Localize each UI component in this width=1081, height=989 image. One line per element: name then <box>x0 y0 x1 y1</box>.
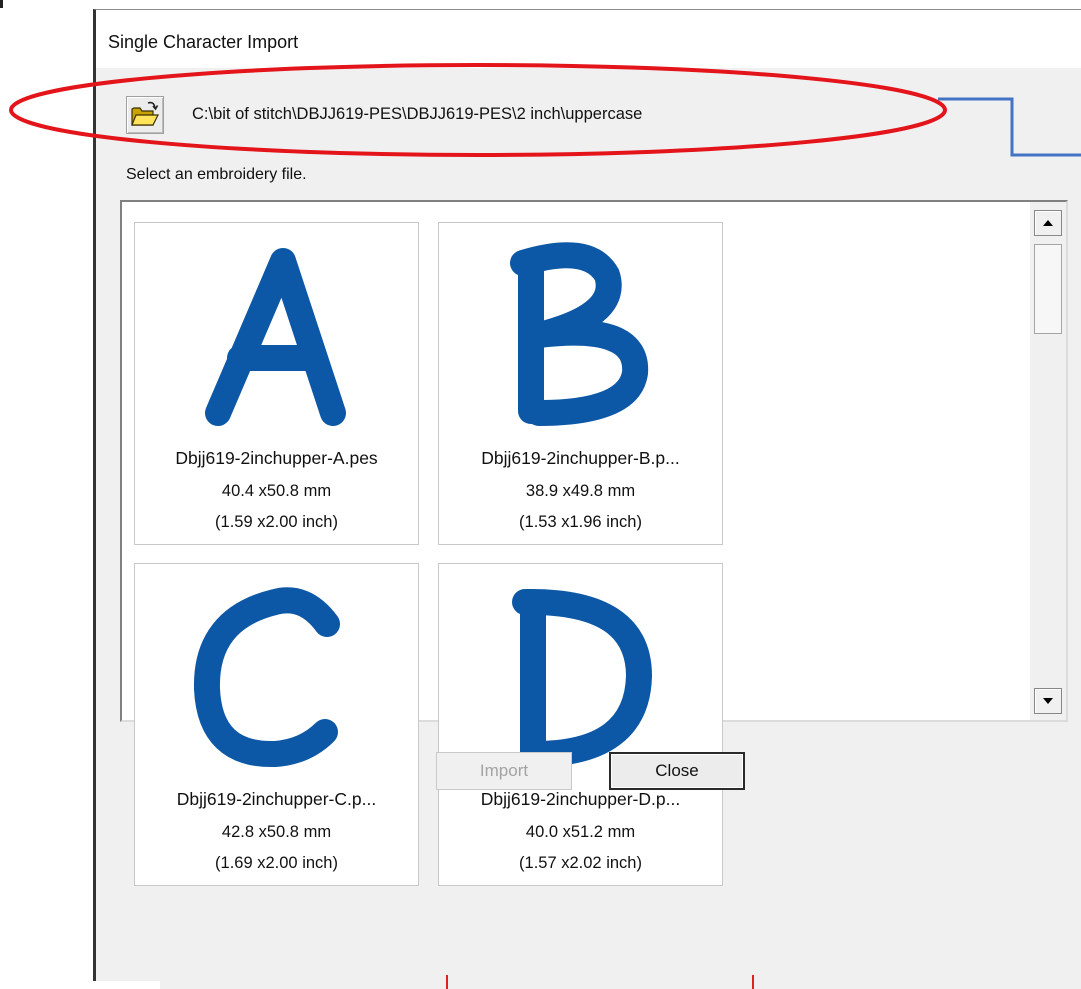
background-app-strip <box>160 975 1081 989</box>
file-name: Dbjj619-2inchupper-A.pes <box>175 448 378 468</box>
background-app-edge <box>0 0 3 8</box>
file-size-mm: 42.8 x50.8 mm <box>221 823 332 841</box>
file-size-inch: (1.59 x2.00 inch) <box>215 513 338 531</box>
close-button[interactable]: Close <box>609 752 745 790</box>
background-app-fragment <box>0 0 93 20</box>
letter-c-preview <box>193 587 340 768</box>
path-bar: C:\bit of stitch\DBJJ619-PES\DBJJ619-PES… <box>96 68 1081 134</box>
open-folder-icon <box>131 101 159 126</box>
arrow-down-icon <box>1043 698 1053 704</box>
file-tile-c[interactable]: Dbjj619-2inchupper-C.p... 42.8 x50.8 mm … <box>134 563 419 886</box>
screen: Single Character Import C:\bit of stitch… <box>0 0 1081 989</box>
file-name: Dbjj619-2inchupper-C.p... <box>176 789 377 809</box>
file-name: Dbjj619-2inchupper-B.p... <box>481 448 680 468</box>
letter-a-preview <box>205 248 346 426</box>
file-tile-a[interactable]: Dbjj619-2inchupper-A.pes 40.4 x50.8 mm (… <box>134 222 419 545</box>
open-folder-button[interactable] <box>126 96 164 134</box>
letter-d-preview <box>512 588 652 767</box>
file-name: Dbjj619-2inchupper-D.p... <box>480 789 681 809</box>
background-red-line <box>446 975 448 989</box>
scroll-thumb[interactable] <box>1034 244 1062 334</box>
import-button[interactable]: Import <box>436 752 572 790</box>
file-size-inch: (1.57 x2.02 inch) <box>519 854 642 872</box>
single-character-import-dialog: Single Character Import C:\bit of stitch… <box>93 9 1081 981</box>
letter-b-preview <box>510 242 649 426</box>
file-size-inch: (1.69 x2.00 inch) <box>215 854 338 872</box>
file-thumbnail-list[interactable]: Dbjj619-2inchupper-A.pes 40.4 x50.8 mm (… <box>120 200 1068 886</box>
file-size-mm: 40.0 x51.2 mm <box>525 823 636 841</box>
arrow-up-icon <box>1043 220 1053 226</box>
scroll-down-button[interactable] <box>1034 688 1062 714</box>
file-tile-d[interactable]: Dbjj619-2inchupper-D.p... 40.0 x51.2 mm … <box>438 563 723 886</box>
title-bar[interactable]: Single Character Import <box>96 10 1081 68</box>
background-red-line <box>752 975 754 989</box>
file-size-mm: 40.4 x50.8 mm <box>221 482 332 500</box>
file-tile-b[interactable]: Dbjj619-2inchupper-B.p... 38.9 x49.8 mm … <box>438 222 723 545</box>
vertical-scrollbar[interactable] <box>1030 202 1066 720</box>
scroll-up-button[interactable] <box>1034 210 1062 236</box>
folder-path: C:\bit of stitch\DBJJ619-PES\DBJJ619-PES… <box>192 105 643 123</box>
file-size-inch: (1.53 x1.96 inch) <box>519 513 642 531</box>
file-size-mm: 38.9 x49.8 mm <box>525 482 636 500</box>
select-file-prompt: Select an embroidery file. <box>126 166 307 183</box>
window-title: Single Character Import <box>108 32 299 52</box>
